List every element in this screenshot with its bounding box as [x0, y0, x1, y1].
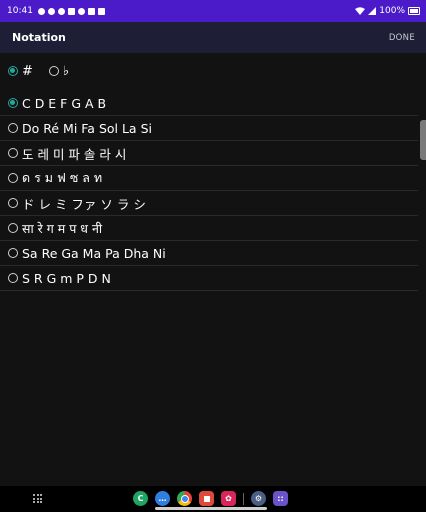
- notation-label: Sa Re Ga Ma Pa Dha Ni: [22, 245, 166, 261]
- home-indicator[interactable]: [155, 507, 267, 510]
- flat-option[interactable]: ♭: [48, 63, 70, 79]
- notation-list: C D E F G A B Do Ré Mi Fa Sol La Si 도 레 …: [0, 91, 418, 291]
- radio-korean[interactable]: [8, 148, 18, 158]
- radio-solfege[interactable]: [8, 123, 18, 133]
- settings-status-icon: [37, 7, 45, 15]
- notation-label: C D E F G A B: [22, 95, 107, 111]
- apps-folder-icon[interactable]: ::: [273, 491, 288, 506]
- signal-icon: [368, 7, 377, 15]
- notation-label: ด ร ม ฟ ซ ล ท: [22, 170, 103, 185]
- notation-option-hindi[interactable]: सा रे ग म प ध नी: [0, 216, 418, 241]
- radio-sargam-short[interactable]: [8, 273, 18, 283]
- status-time: 10:41: [7, 6, 33, 16]
- notation-option-sargam-short[interactable]: S R G m P D N: [0, 266, 418, 291]
- notation-label: सा रे ग म प ध नी: [22, 220, 103, 236]
- edge-panel-handle[interactable]: [420, 120, 426, 160]
- radio-sargam[interactable]: [8, 248, 18, 258]
- notation-option-japanese[interactable]: ド レ ミ ファ ソ ラ シ: [0, 191, 418, 216]
- gallery-status-icon: [67, 7, 75, 15]
- radio-letters[interactable]: [8, 98, 18, 108]
- radio-japanese[interactable]: [8, 198, 18, 208]
- notation-label: 도 레 미 파 솔 라 시: [22, 146, 127, 162]
- flipboard-icon[interactable]: [199, 491, 214, 506]
- wifi-icon: [355, 7, 366, 15]
- notation-option-solfege[interactable]: Do Ré Mi Fa Sol La Si: [0, 116, 418, 141]
- app-toolbar: Notation DONE: [0, 22, 426, 53]
- battery-icon: [408, 7, 420, 15]
- radio-thai[interactable]: [8, 173, 18, 183]
- radio-sharp[interactable]: [8, 66, 18, 76]
- settings-icon[interactable]: ⚙: [251, 491, 266, 506]
- notation-option-korean[interactable]: 도 레 미 파 솔 라 시: [0, 141, 418, 166]
- notation-option-letters[interactable]: C D E F G A B: [0, 91, 418, 116]
- accidental-selector: # ♭: [8, 62, 85, 80]
- sharp-label: #: [22, 63, 33, 79]
- flower-app-icon[interactable]: ✿: [221, 491, 236, 506]
- chrome-icon[interactable]: [177, 491, 192, 506]
- notation-option-thai[interactable]: ด ร ม ฟ ซ ล ท: [0, 166, 418, 191]
- notation-label: S R G m P D N: [22, 270, 111, 286]
- radio-hindi[interactable]: [8, 223, 18, 233]
- notation-label: Do Ré Mi Fa Sol La Si: [22, 120, 152, 136]
- sharp-option[interactable]: #: [8, 64, 33, 79]
- user-status-icon: [77, 7, 85, 15]
- status-right: 100%: [355, 6, 420, 16]
- done-button[interactable]: DONE: [389, 33, 415, 43]
- messages-icon[interactable]: …: [155, 491, 170, 506]
- notation-option-sargam[interactable]: Sa Re Ga Ma Pa Dha Ni: [0, 241, 418, 266]
- battery-percent: 100%: [379, 6, 405, 16]
- radio-flat[interactable]: [48, 66, 59, 76]
- notation-label: ド レ ミ ファ ソ ラ シ: [22, 196, 146, 212]
- wifi-calling-status-icon: [87, 7, 95, 15]
- status-left: 10:41: [7, 6, 105, 16]
- chrome-status-icon: [57, 7, 65, 15]
- page-title: Notation: [12, 31, 66, 44]
- taskbar-dock: C … ✿ ⚙ ::: [133, 491, 288, 506]
- app-drawer-icon[interactable]: [33, 494, 42, 503]
- file-status-icon: [97, 7, 105, 15]
- dock-separator: [243, 492, 244, 505]
- c-app-icon[interactable]: C: [133, 491, 148, 506]
- status-bar: 10:41 100%: [0, 0, 426, 22]
- sync-status-icon: [47, 7, 55, 15]
- flat-label: ♭: [62, 63, 70, 79]
